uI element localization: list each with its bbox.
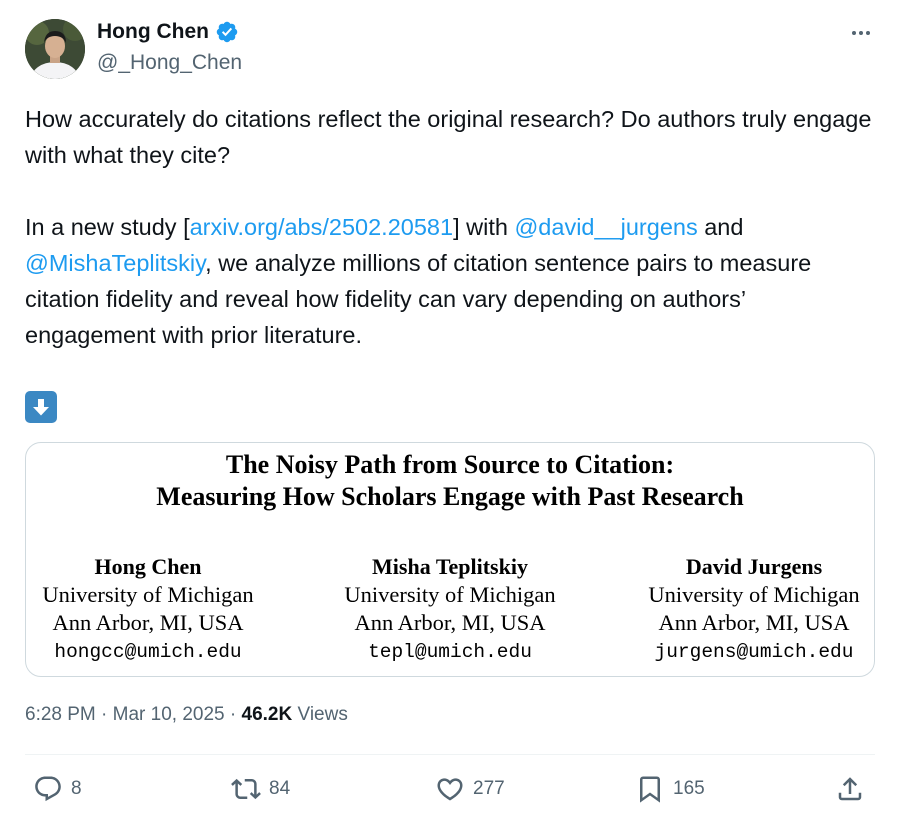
paper-author-block: Hong Chen University of Michigan Ann Arb… [30, 553, 266, 667]
bookmark-button[interactable]: 165 [635, 774, 705, 804]
verified-badge-icon [216, 21, 238, 43]
tweet-time[interactable]: 6:28 PM [25, 704, 96, 725]
repost-count: 84 [269, 778, 291, 799]
paper-author-block: David Jurgens University of Michigan Ann… [636, 553, 872, 667]
tweet-date[interactable]: Mar 10, 2025 [113, 704, 225, 725]
avatar-photo [25, 19, 85, 79]
divider [25, 754, 875, 755]
avatar[interactable] [25, 19, 85, 79]
author-handle[interactable]: @_Hong_Chen [97, 51, 242, 75]
more-options-icon[interactable] [846, 22, 876, 44]
tweet-meta: 6:28 PM · Mar 10, 2025 · 46.2K Views [25, 704, 348, 726]
paper-author-affiliation: University of Michigan [344, 582, 556, 607]
paper-author-block: Misha Teplitskiy University of Michigan … [332, 553, 568, 667]
paper-author-location: Ann Arbor, MI, USA [658, 610, 850, 635]
repost-button[interactable]: 84 [231, 774, 290, 804]
more-dot [859, 31, 863, 35]
paper-title-line-1: The Noisy Path from Source to Citation: [225, 450, 675, 479]
paper-image-card[interactable]: The Noisy Path from Source to Citation: … [25, 442, 875, 677]
like-button[interactable]: 277 [435, 774, 505, 804]
share-icon [838, 777, 862, 801]
down-arrow-emoji-icon [25, 391, 57, 423]
share-button[interactable] [835, 774, 865, 804]
author-name-row[interactable]: Hong Chen [97, 20, 239, 44]
tweet-text-fragment: and [697, 214, 744, 240]
paper-author-location: Ann Arbor, MI, USA [354, 610, 546, 635]
views-count: 46.2K [241, 704, 293, 725]
mention-misha-teplitskiy[interactable]: @MishaTeplitskiy [25, 250, 205, 276]
paper-author-name: Hong Chen [94, 554, 202, 579]
paper-author-affiliation: University of Michigan [648, 582, 860, 607]
views-label: Views [292, 704, 348, 725]
bookmark-count: 165 [673, 778, 705, 799]
arxiv-link[interactable]: arxiv.org/abs/2502.20581 [190, 214, 453, 240]
paper-author-location: Ann Arbor, MI, USA [52, 610, 244, 635]
paper-author-name: David Jurgens [685, 554, 823, 579]
tweet-text-fragment: In a new study [ [25, 214, 190, 240]
mention-david-jurgens[interactable]: @david__jurgens [514, 214, 697, 240]
like-count: 277 [473, 778, 505, 799]
tweet-text: How accurately do citations reflect the … [25, 101, 875, 353]
tweet-text-fragment: ] with [453, 214, 515, 240]
action-bar: 8 84 277 165 [25, 774, 875, 810]
reply-icon [35, 776, 61, 802]
meta-separator: · [224, 704, 242, 725]
more-dot [852, 31, 856, 35]
bookmark-icon [640, 776, 660, 803]
paper-author-email: jurgens@umich.edu [654, 641, 854, 663]
reply-count: 8 [71, 778, 82, 799]
tweet-paragraph-2: In a new study [arxiv.org/abs/2502.20581… [25, 209, 875, 353]
tweet-paragraph-1: How accurately do citations reflect the … [25, 106, 872, 168]
paper-author-affiliation: University of Michigan [42, 582, 254, 607]
repost-icon [231, 778, 261, 800]
paper-author-email: tepl@umich.edu [368, 641, 532, 663]
paper-title-line-2: Measuring How Scholars Engage with Past … [156, 482, 744, 511]
heart-icon [437, 778, 463, 801]
paper-author-name: Misha Teplitskiy [372, 554, 528, 579]
meta-separator: · [95, 704, 113, 725]
author-display-name[interactable]: Hong Chen [97, 20, 209, 44]
reply-button[interactable]: 8 [33, 774, 82, 804]
more-dot [866, 31, 870, 35]
down-arrow-glyph [33, 399, 49, 416]
paper-author-email: hongcc@umich.edu [54, 641, 242, 663]
